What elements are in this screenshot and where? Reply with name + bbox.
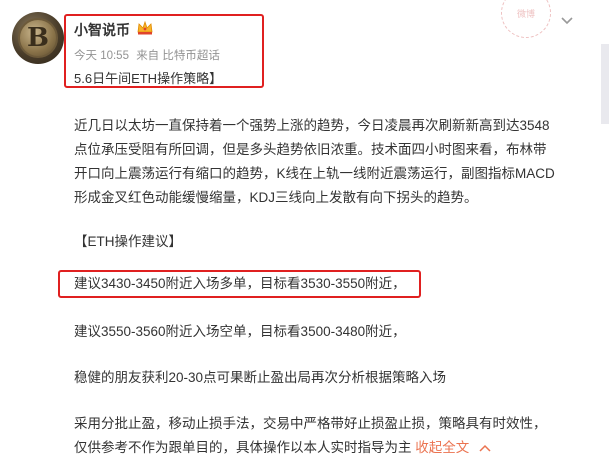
chevron-down-icon[interactable] (560, 16, 574, 26)
collapse-text-link[interactable]: 收起全文 (415, 440, 469, 455)
advice-friends: 稳健的朋友获利20-30点可果断止盈出局再次分析根据策略入场 (74, 370, 447, 385)
content-line: 形成金叉红色动能缓慢缩量，KDJ三线向上发散有向下拐头的趋势。 (74, 190, 478, 205)
weibo-post-card: B 小智说币 今天 10:55 来自 比特币超话 5.6日午间ETH操作策略】 … (0, 0, 609, 474)
content-line-text: 仅供参考不作为跟单目的，具体操作以本人实时指导为主 (74, 440, 412, 455)
watermark-stamp: 微博 (501, 0, 551, 38)
advice-short: 建议3550-3560附近入场空单，目标看3500-3480附近， (74, 324, 406, 339)
side-scrollbar[interactable] (601, 44, 609, 124)
highlight-box-advice (58, 270, 421, 298)
advice-heading: 【ETH操作建议】 (74, 234, 182, 249)
highlight-box-header (64, 14, 264, 88)
closing-paragraph: 采用分批止盈，移动止损手法，交易中严格带好止损盈止损，策略具有时效性， 仅供参考… (74, 412, 547, 460)
content-paragraph-1: 近几日以太坊一直保持着一个强势上涨的趋势，今日凌晨再次刷新新高到达3548 点位… (74, 114, 555, 210)
content-line: 点位承压受阻有所回调，但是多头趋势依旧浓重。技术面四小时图来看，布林带 (74, 142, 547, 157)
bitcoin-logo-icon: B (18, 18, 58, 58)
content-line: 采用分批止盈，移动止损手法，交易中严格带好止损盈止损，策略具有时效性， (74, 416, 547, 431)
content-line: 近几日以太坊一直保持着一个强势上涨的趋势，今日凌晨再次刷新新高到达3548 (74, 118, 550, 133)
content-line-last: 仅供参考不作为跟单目的，具体操作以本人实时指导为主 收起全文 (74, 436, 547, 460)
stamp-text: 微博 (516, 8, 535, 19)
chevron-up-icon[interactable] (479, 444, 491, 452)
content-line: 开口向上震荡运行有缩口的趋势，K线在上轨一线附近震荡运行，副图指标MACD (74, 166, 555, 181)
avatar[interactable]: B (12, 12, 64, 64)
